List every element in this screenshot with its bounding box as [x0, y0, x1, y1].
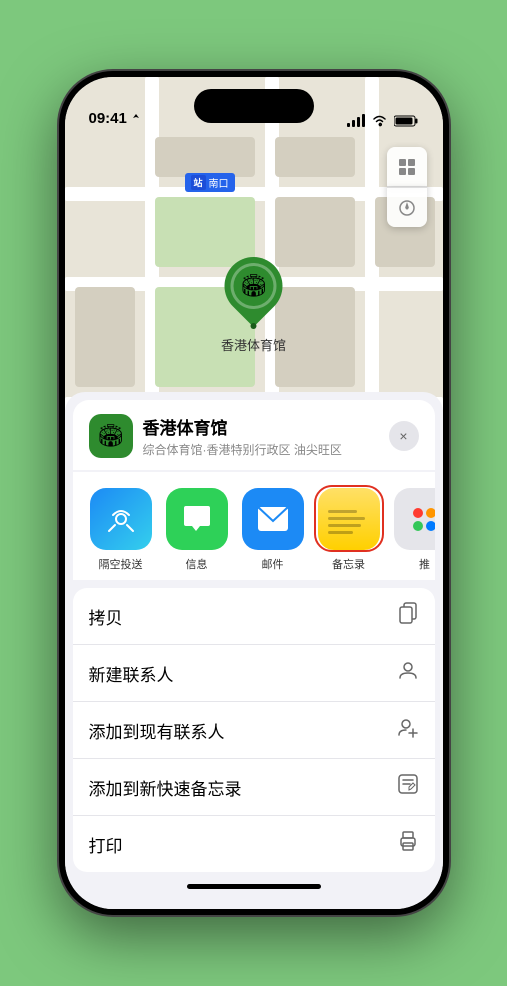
more-apps-icon-wrap: [394, 488, 435, 550]
phone-screen: 09:41: [65, 77, 443, 909]
block3: [275, 197, 355, 267]
status-time: 09:41: [89, 110, 142, 127]
share-item-mail[interactable]: 邮件: [241, 488, 305, 572]
add-existing-icon: [397, 716, 419, 744]
home-indicator: [187, 884, 321, 889]
pin-dot: [250, 323, 256, 329]
signal-bar-3: [357, 117, 360, 127]
notes-label: 备忘录: [332, 556, 365, 572]
more-label: 推: [419, 556, 430, 572]
copy-label: 拷贝: [89, 604, 123, 629]
signal-bar-4: [362, 114, 365, 127]
venue-name: 香港体育馆: [143, 414, 389, 439]
share-item-airdrop[interactable]: 隔空投送: [89, 488, 153, 572]
subway-name: 南口: [209, 175, 229, 190]
signal-bar-1: [347, 123, 350, 127]
notes-line-1: [328, 510, 357, 513]
location-button[interactable]: [387, 187, 427, 227]
notes-line-2: [328, 517, 366, 520]
action-list: 拷贝 新建联系人: [73, 588, 435, 872]
status-right: [347, 114, 419, 127]
new-contact-label: 新建联系人: [89, 661, 174, 686]
new-contact-icon: [397, 659, 419, 687]
pin-inner: 🏟: [230, 263, 276, 309]
time-label: 09:41: [89, 110, 127, 127]
action-row-quick-note[interactable]: 添加到新快速备忘录: [73, 759, 435, 816]
airdrop-icon: [105, 503, 137, 535]
dot-orange: [426, 508, 435, 518]
dot-red: [413, 508, 423, 518]
action-row-copy[interactable]: 拷贝: [73, 588, 435, 645]
pin-outer: 🏟: [212, 245, 294, 327]
block5: [75, 287, 135, 387]
messages-icon-wrap: [166, 488, 228, 550]
quick-note-icon: [397, 773, 419, 801]
pin-label: 香港体育馆: [221, 335, 286, 354]
mail-icon: [256, 505, 290, 533]
action-row-print[interactable]: 打印: [73, 816, 435, 872]
action-row-new-contact[interactable]: 新建联系人: [73, 645, 435, 702]
share-item-notes[interactable]: 备忘录: [317, 488, 381, 572]
dot-blue: [426, 521, 435, 531]
airdrop-icon-wrap: [90, 488, 152, 550]
quick-note-label: 添加到新快速备忘录: [89, 775, 242, 800]
map-type-button[interactable]: [387, 147, 427, 187]
share-item-more[interactable]: 推: [393, 488, 435, 572]
add-existing-label: 添加到现有联系人: [89, 718, 225, 743]
messages-label: 信息: [186, 556, 208, 572]
messages-icon: [180, 502, 214, 536]
notes-lines: [318, 496, 380, 542]
subway-label: 站 南口: [185, 173, 235, 192]
block2: [275, 137, 355, 177]
dots-container: [405, 500, 435, 539]
airdrop-label: 隔空投送: [99, 556, 143, 572]
compass-icon: [398, 199, 416, 217]
venue-icon: 🏟: [89, 414, 133, 458]
print-label: 打印: [89, 832, 123, 857]
copy-icon: [397, 602, 419, 630]
subway-line-badge: 站: [191, 175, 206, 190]
mail-icon-wrap: [242, 488, 304, 550]
wifi-icon: [371, 115, 388, 127]
notes-line-4: [328, 531, 353, 534]
dynamic-island: [194, 89, 314, 123]
bottom-sheet: 🏟 香港体育馆 综合体育馆·香港特别行政区 油尖旺区 ×: [65, 392, 443, 909]
dots-row-1: [413, 508, 435, 518]
battery-icon: [394, 115, 419, 127]
venue-subtitle: 综合体育馆·香港特别行政区 油尖旺区: [143, 441, 389, 458]
block6: [275, 287, 355, 387]
block1: [155, 137, 255, 177]
action-row-add-existing[interactable]: 添加到现有联系人: [73, 702, 435, 759]
notes-icon-wrap: [318, 488, 380, 550]
pin-shape: 🏟: [221, 257, 285, 329]
dot-green: [413, 521, 423, 531]
venue-header: 🏟 香港体育馆 综合体育馆·香港特别行政区 油尖旺区 ×: [73, 400, 435, 470]
share-item-messages[interactable]: 信息: [165, 488, 229, 572]
location-active-icon: [130, 113, 142, 125]
phone-frame: 09:41: [59, 71, 449, 915]
mail-label: 邮件: [262, 556, 284, 572]
close-button[interactable]: ×: [389, 421, 419, 451]
location-pin: 🏟 香港体育馆: [221, 257, 286, 354]
close-icon: ×: [399, 428, 407, 444]
signal-bars: [347, 114, 365, 127]
dots-row-2: [413, 521, 435, 531]
map-controls: [387, 147, 427, 227]
venue-info: 香港体育馆 综合体育馆·香港特别行政区 油尖旺区: [143, 414, 389, 458]
share-row: 隔空投送 信息: [73, 472, 435, 580]
print-icon: [397, 830, 419, 858]
signal-bar-2: [352, 120, 355, 127]
notes-line-3: [328, 524, 362, 527]
map-type-icon: [397, 157, 417, 177]
